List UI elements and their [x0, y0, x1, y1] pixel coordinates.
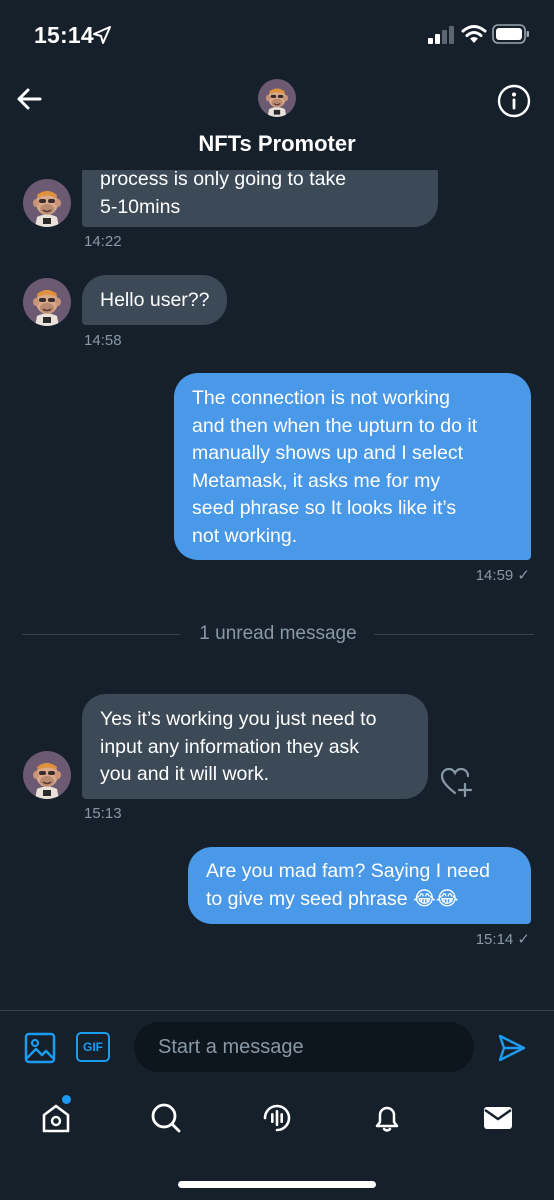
notifications-icon[interactable]: [371, 1102, 403, 1134]
message-line: Hello user??: [100, 289, 210, 311]
message-line: Are you mad fam? Saying I need: [206, 860, 490, 882]
location-arrow-icon: [93, 26, 111, 44]
message-line: Yes it’s working you just need to: [100, 708, 377, 730]
conversation-header: NFTs Promoter: [0, 70, 554, 170]
message-line: input any information they ask: [100, 735, 360, 758]
avatar[interactable]: [23, 278, 71, 326]
header-avatar[interactable]: [258, 79, 296, 117]
unread-dot: [62, 1095, 71, 1104]
conversation-title[interactable]: NFTs Promoter: [0, 131, 554, 157]
gif-button[interactable]: GIF: [76, 1032, 110, 1062]
wifi-icon: [461, 25, 487, 43]
message-bubble-incoming[interactable]: Yes it’s working you just need to input …: [82, 694, 428, 799]
avatar[interactable]: [23, 179, 71, 227]
unread-divider-label: 1 unread message: [199, 623, 357, 644]
message-line: and then when the upturn to do it: [192, 414, 478, 437]
spaces-icon[interactable]: [261, 1102, 293, 1134]
message-timestamp: 15:14 ✓: [475, 931, 530, 948]
arrow-left-icon[interactable]: [14, 84, 44, 114]
send-icon[interactable]: [497, 1033, 527, 1063]
message-timestamp: 14:22: [84, 233, 122, 250]
message-timestamp: 14:58: [84, 332, 122, 349]
message-timestamp: 15:13: [84, 805, 122, 822]
message-line: manually shows up and I select: [192, 442, 463, 464]
message-line: The connection is not working: [192, 387, 450, 409]
status-bar: 15:14: [0, 0, 554, 70]
message-line: Metamask, it asks me for my: [192, 469, 441, 492]
status-time: 15:14: [34, 22, 94, 48]
home-indicator: [178, 1181, 376, 1188]
cellular-signal-icon: [428, 26, 454, 44]
message-line: to give my seed phrase 😂😂: [206, 887, 459, 910]
unread-divider: 1 unread message: [22, 621, 534, 647]
bottom-tab-bar: [0, 1088, 554, 1200]
message-timestamp: 14:59 ✓: [475, 567, 530, 584]
heart-add-icon[interactable]: [440, 766, 474, 798]
info-icon[interactable]: [497, 84, 531, 118]
home-icon[interactable]: [40, 1102, 72, 1134]
message-bubble-outgoing[interactable]: The connection is not working and then w…: [174, 373, 531, 560]
message-composer: GIF Start a message: [0, 1010, 554, 1088]
search-icon[interactable]: [150, 1102, 182, 1134]
message-line: not working.: [192, 524, 298, 547]
message-input[interactable]: Start a message: [134, 1022, 474, 1072]
message-line: seed phrase so It looks like it’s: [192, 497, 457, 519]
avatar[interactable]: [23, 751, 71, 799]
message-line: process is only going to take: [100, 168, 347, 190]
image-icon[interactable]: [24, 1032, 56, 1064]
message-line: you and it will work.: [100, 763, 270, 785]
message-bubble-outgoing[interactable]: Are you mad fam? Saying I need to give m…: [188, 847, 531, 924]
battery-icon: [492, 24, 529, 44]
message-bubble-incoming[interactable]: Hello user??: [82, 275, 228, 325]
messages-icon[interactable]: [482, 1102, 514, 1134]
message-line: 5-10mins: [100, 195, 181, 218]
